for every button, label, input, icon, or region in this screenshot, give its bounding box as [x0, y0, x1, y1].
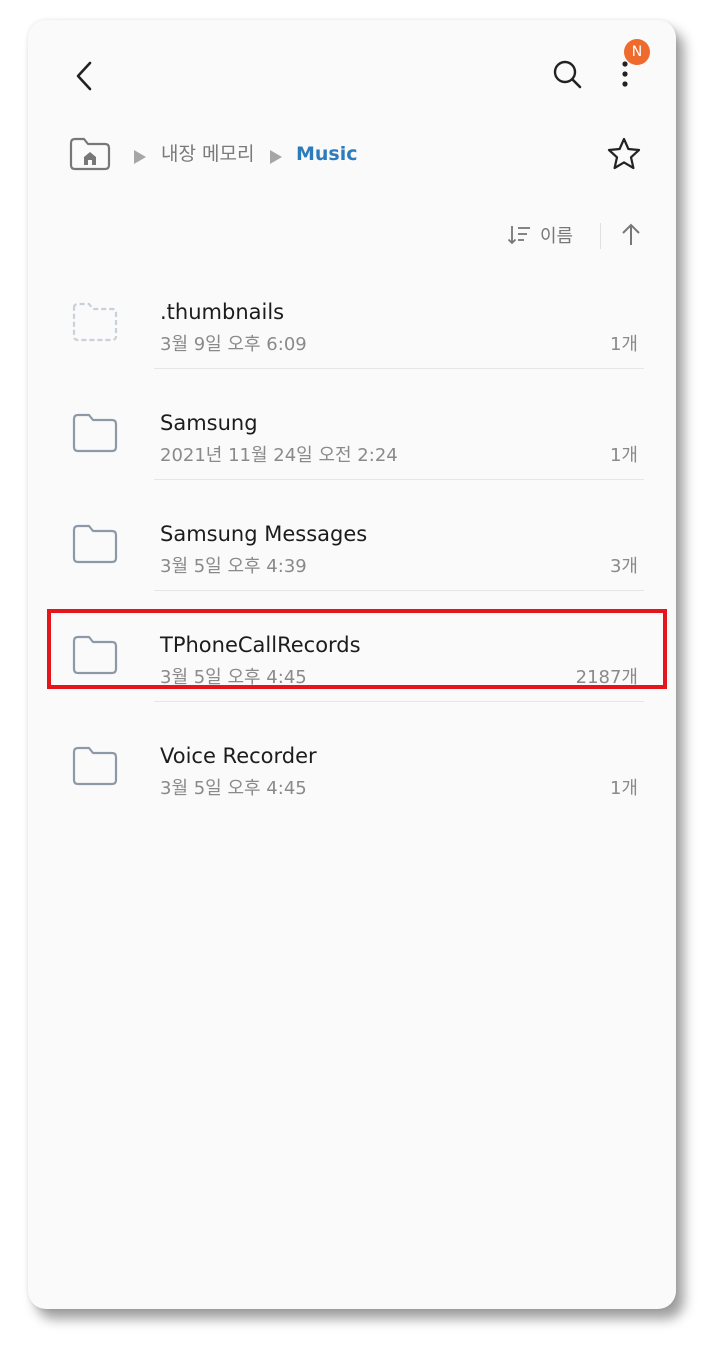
list-item-thumbnails[interactable]: .thumbnails 3월 9일 오후 6:09 1개 — [56, 280, 660, 390]
sort-divider — [600, 223, 601, 249]
item-date: 3월 9일 오후 6:09 — [160, 334, 307, 355]
item-count: 1개 — [609, 334, 638, 355]
breadcrumb-separator-icon — [134, 150, 146, 164]
folder-home-icon — [69, 137, 111, 171]
search-button[interactable] — [546, 52, 590, 96]
list-divider — [154, 590, 644, 591]
item-count: 3개 — [609, 556, 638, 577]
phone-screen: N 내장 메모리 Music 이름 .thumbnails 3월 9일 오후 6… — [28, 20, 676, 1309]
star-outline-icon — [607, 137, 641, 170]
item-date: 2021년 11월 24일 오전 2:24 — [160, 445, 398, 466]
sort-icon — [507, 226, 530, 245]
list-divider — [154, 701, 644, 702]
item-date: 3월 5일 오후 4:39 — [160, 556, 307, 577]
folder-hidden-icon — [72, 302, 118, 342]
item-name: Voice Recorder — [160, 744, 317, 768]
search-icon — [553, 60, 582, 89]
highlight-box — [47, 609, 667, 689]
list-item-samsung-messages[interactable]: Samsung Messages 3월 5일 오후 4:39 3개 — [56, 502, 660, 612]
back-button[interactable] — [64, 54, 108, 98]
list-divider — [154, 368, 644, 369]
breadcrumb-item-music[interactable]: Music — [296, 142, 358, 166]
item-name: Samsung — [160, 411, 258, 435]
list-item-voice-recorder[interactable]: Voice Recorder 3월 5일 오후 4:45 1개 — [56, 724, 660, 834]
list-item-samsung[interactable]: Samsung 2021년 11월 24일 오전 2:24 1개 — [56, 391, 660, 501]
folder-icon — [72, 746, 118, 786]
item-name: Samsung Messages — [160, 522, 368, 546]
item-count: 1개 — [609, 445, 638, 466]
sort-label: 이름 — [540, 226, 574, 247]
arrow-up-icon — [622, 223, 640, 245]
item-name: .thumbnails — [160, 300, 285, 324]
item-date: 3월 5일 오후 4:45 — [160, 778, 307, 799]
breadcrumb-item-internal-storage[interactable]: 내장 메모리 — [161, 142, 254, 166]
notification-badge: N — [624, 39, 650, 65]
favorite-button[interactable] — [604, 134, 644, 174]
folder-icon — [72, 524, 118, 564]
item-count: 1개 — [609, 778, 638, 799]
sort-by-button[interactable]: 이름 — [506, 220, 584, 250]
sort-direction-button[interactable] — [616, 218, 646, 252]
breadcrumb-home-button[interactable] — [68, 135, 112, 173]
chevron-left-icon — [76, 61, 92, 91]
breadcrumb-separator-icon — [270, 150, 282, 164]
list-divider — [154, 479, 644, 480]
folder-icon — [72, 413, 118, 453]
